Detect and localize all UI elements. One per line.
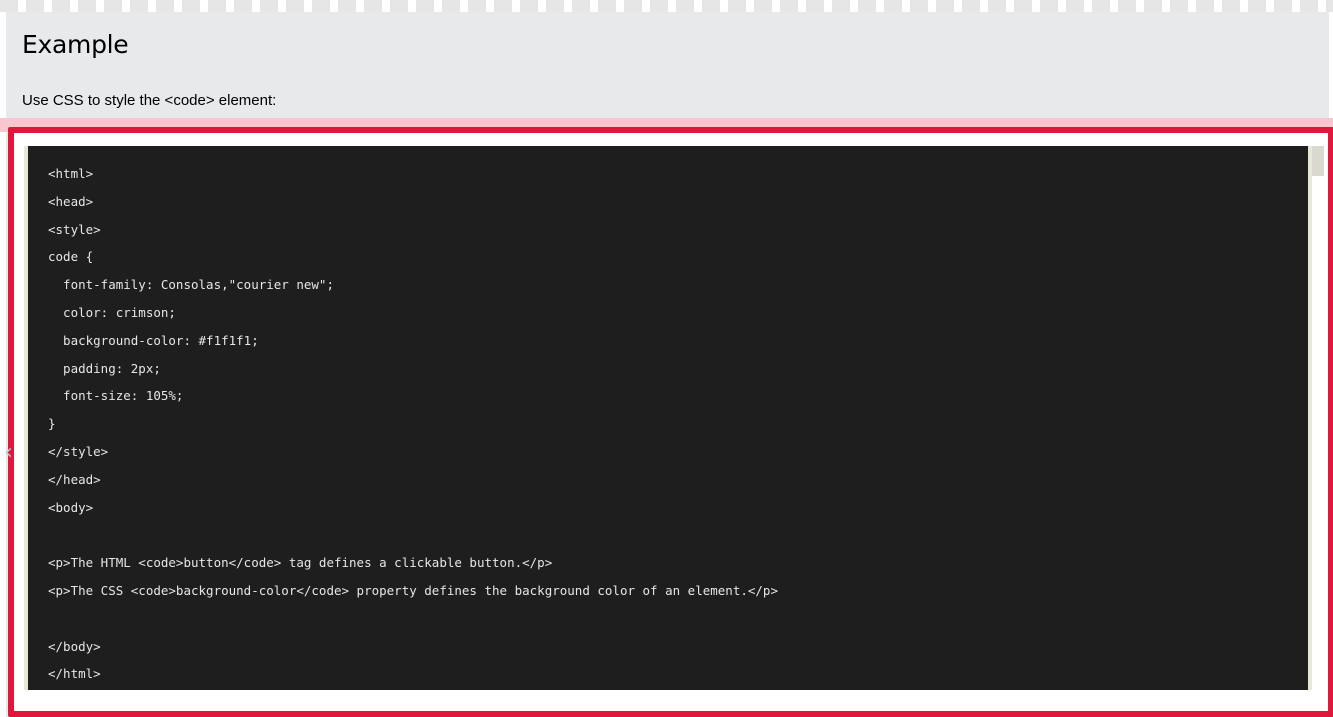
code-line: </html> bbox=[48, 666, 101, 682]
code-line: background-color: #f1f1f1; bbox=[48, 332, 259, 348]
code-line: <p>The HTML <code>button</code> tag defi… bbox=[48, 555, 553, 571]
code-block[interactable]: <html> <head> <style> code { font-family: C… bbox=[24, 146, 1312, 690]
code-line: <head> bbox=[48, 193, 94, 209]
code-line: <p>The CSS <code>background-color</code>… bbox=[48, 582, 778, 598]
scrollbar-handle[interactable] bbox=[1312, 146, 1324, 176]
top-divider bbox=[0, 0, 1333, 12]
code-line: <body> bbox=[48, 499, 94, 515]
code-lines: <html> <head> <style> code { font-family: C… bbox=[48, 160, 778, 688]
example-intro-text: Use CSS to style the <code> element: bbox=[22, 92, 277, 109]
code-line: code { bbox=[48, 249, 94, 265]
code-line: </style> bbox=[48, 443, 109, 459]
code-line: padding: 2px; bbox=[48, 360, 161, 376]
chevron-left-icon[interactable]: ‹ bbox=[4, 440, 14, 466]
code-line: font-family: Consolas,"courier new"; bbox=[48, 277, 334, 293]
code-line: font-size: 105%; bbox=[48, 388, 184, 404]
example-title: Example bbox=[22, 30, 129, 59]
code-line: </head> bbox=[48, 471, 101, 487]
code-line: <html> bbox=[48, 166, 94, 181]
code-line: <style> bbox=[48, 221, 101, 237]
page: Example Use CSS to style the <code> elem… bbox=[0, 0, 1333, 717]
code-line: } bbox=[48, 416, 56, 432]
code-line: </body> bbox=[48, 638, 101, 654]
code-line: color: crimson; bbox=[48, 304, 176, 320]
